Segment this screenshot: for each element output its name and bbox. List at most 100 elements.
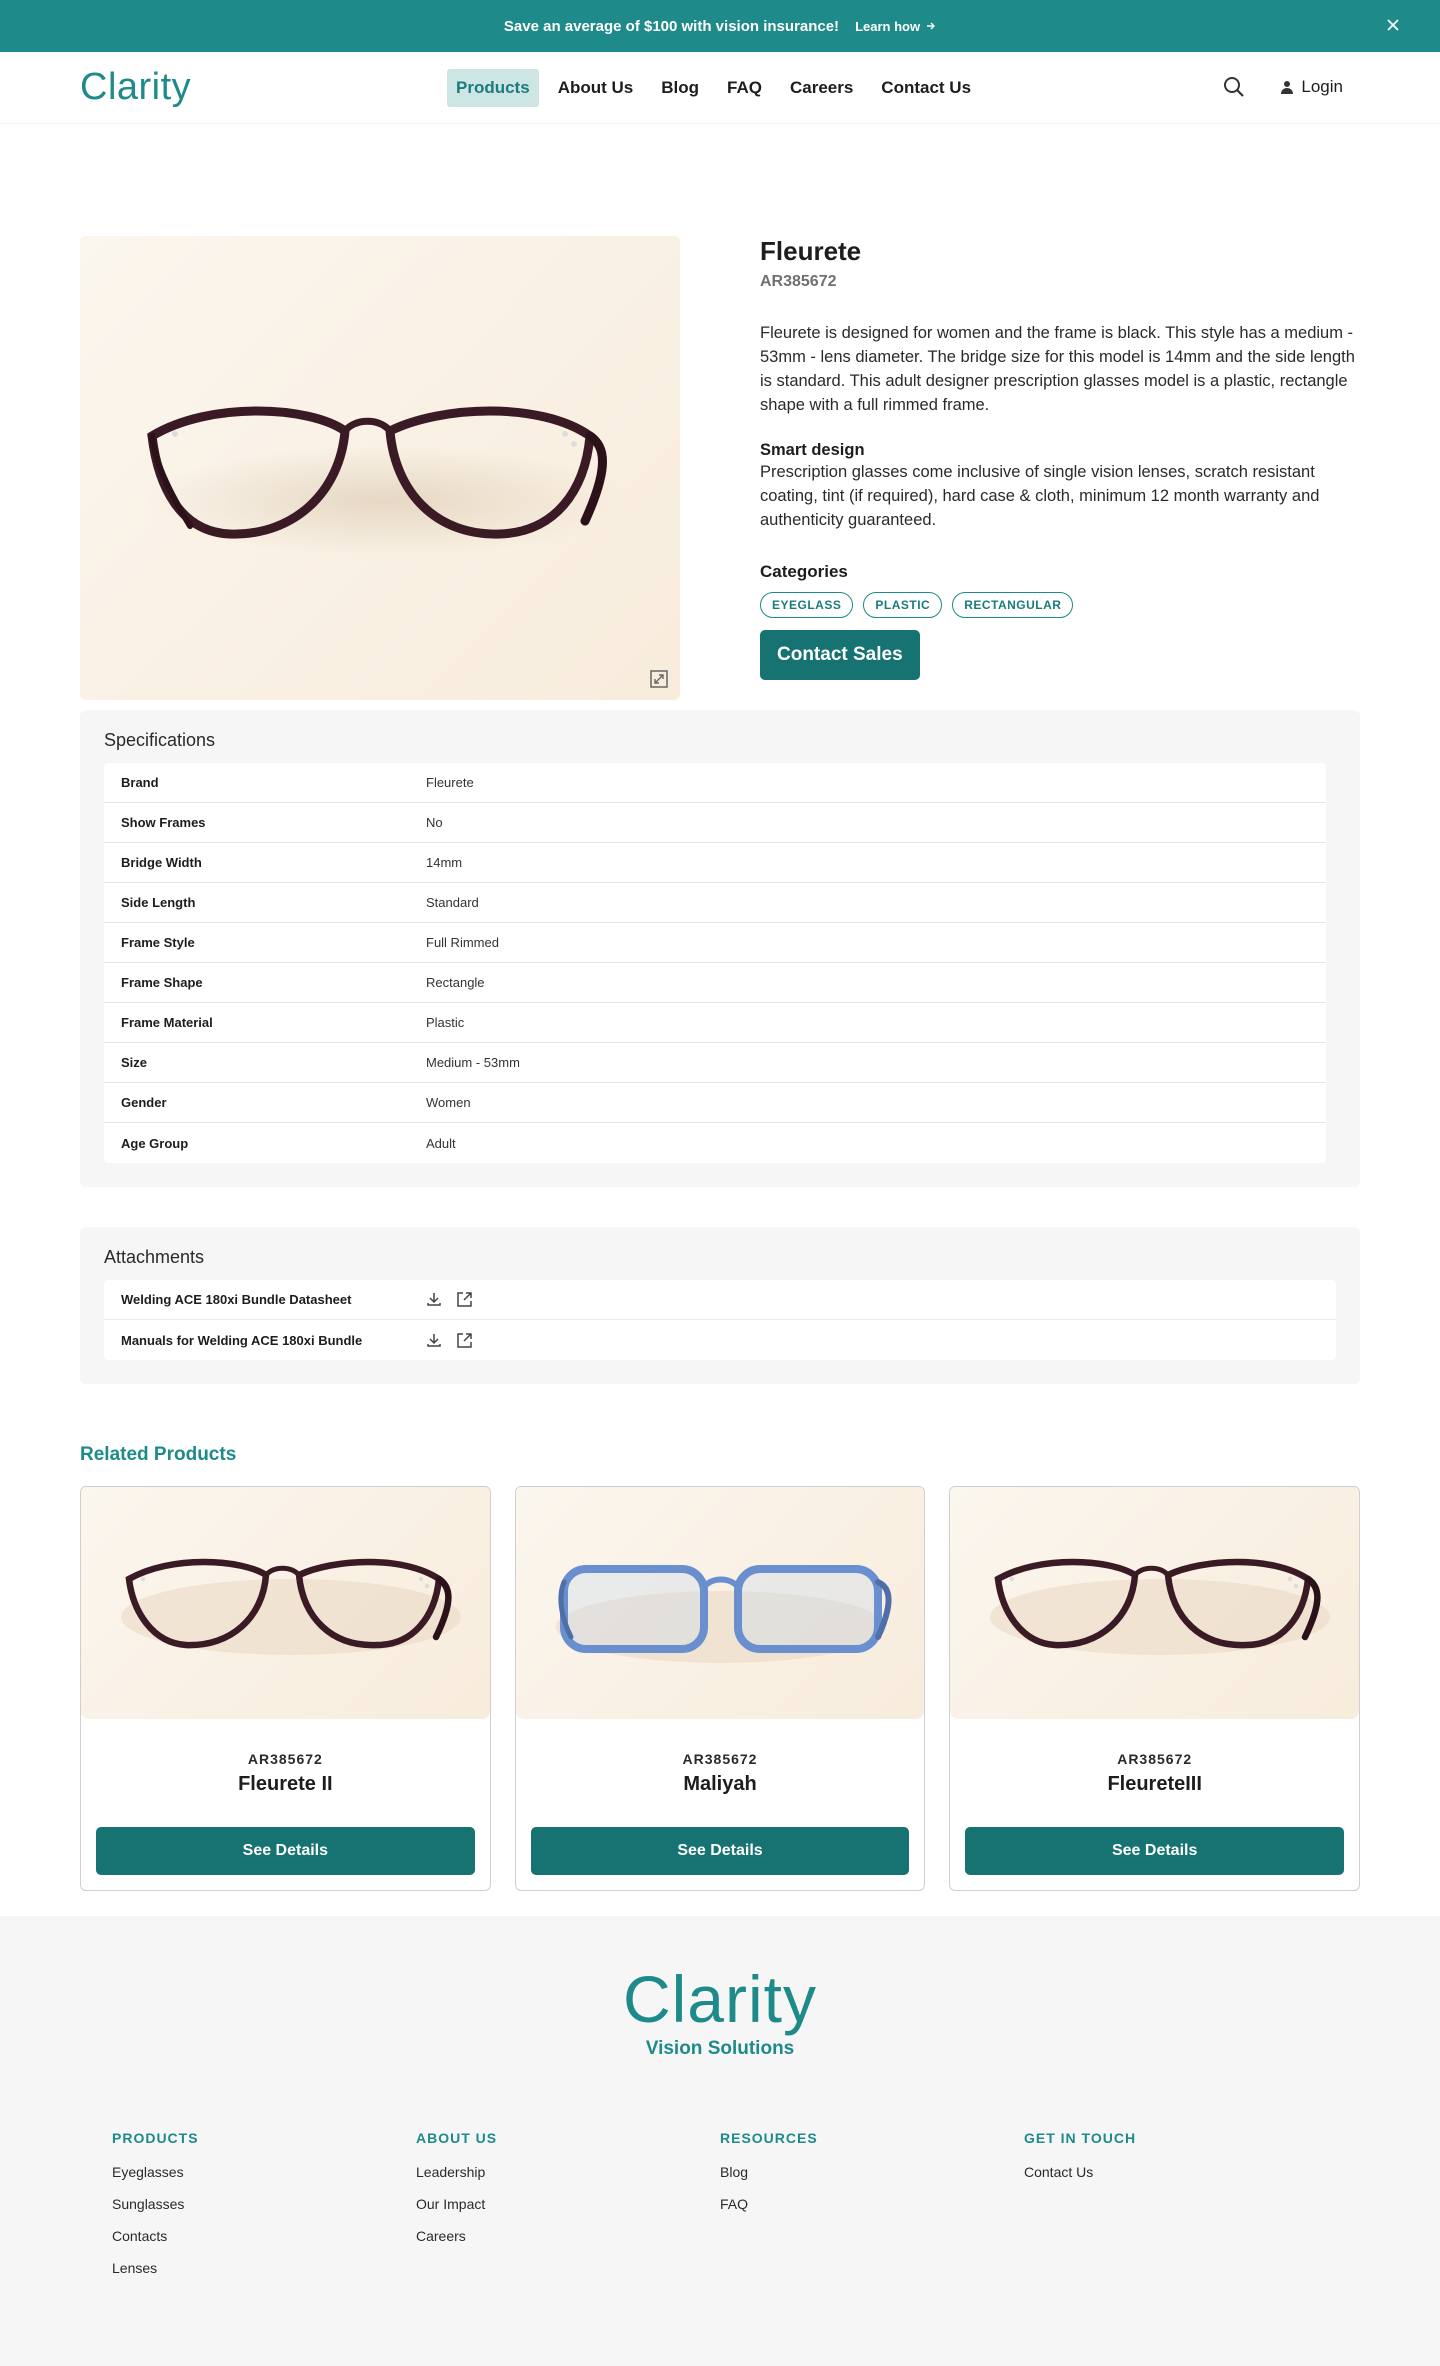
product-card-image — [950, 1487, 1360, 1719]
search-icon[interactable] — [1223, 76, 1245, 98]
attachment-actions — [426, 1291, 473, 1308]
footer-logo[interactable]: Clarity — [0, 1916, 1440, 2032]
eyeglasses-image — [121, 1558, 461, 1655]
list-item: Welding ACE 180xi Bundle Datasheet — [104, 1280, 1336, 1320]
specifications-table: Brand Fleurete Show Frames No Bridge Width… — [104, 763, 1326, 1163]
product-info: Fleurete AR385672 Fleurete is designed f… — [760, 236, 1360, 680]
product-title: Fleurete — [760, 236, 862, 266]
footer-heading: PRODUCTS — [112, 2130, 199, 2146]
nav-about-us[interactable]: About Us — [549, 69, 643, 107]
category-chip-plastic[interactable]: PLASTIC — [863, 592, 943, 618]
footer-link-contacts[interactable]: Contacts — [112, 2228, 416, 2244]
table-row: Gender Women — [104, 1083, 1326, 1123]
spec-key: Size — [121, 1055, 148, 1070]
eyeglasses-image — [990, 1558, 1331, 1655]
expand-icon[interactable] — [650, 670, 668, 688]
attachment-name: Welding ACE 180xi Bundle Datasheet — [121, 1292, 352, 1307]
download-icon[interactable] — [426, 1291, 442, 1308]
external-link-icon[interactable] — [456, 1332, 473, 1349]
main-nav: Products About Us Blog FAQ Careers Conta… — [447, 69, 980, 107]
category-chip-rectangular[interactable]: RECTANGULAR — [952, 592, 1074, 618]
spec-value: Fleurete — [426, 775, 474, 790]
footer-tagline: Vision Solutions — [645, 2038, 795, 2059]
see-details-button[interactable]: See Details — [530, 1827, 910, 1875]
product-card-sku: AR385672 — [682, 1751, 758, 1767]
product-card-name: FleureteIII — [1107, 1773, 1202, 1795]
product-sku: AR385672 — [760, 273, 837, 290]
promo-learn-link[interactable]: Learn how — [855, 19, 936, 34]
nav-careers[interactable]: Careers — [781, 69, 862, 107]
footer-col-resources: RESOURCES Blog FAQ — [720, 2130, 1024, 2292]
related-cards: AR385672 Fleurete II See Details AR38567… — [80, 1486, 1361, 1891]
product-card-image — [515, 1487, 925, 1719]
specifications-panel: Specifications Brand Fleurete Show Frames… — [80, 710, 1360, 1187]
spec-value: Rectangle — [426, 975, 485, 990]
nav-products[interactable]: Products — [447, 69, 539, 107]
smart-design-text: Prescription glasses come inclusive of s… — [760, 463, 1320, 529]
arrow-right-icon — [926, 21, 936, 31]
product-card-image — [81, 1487, 490, 1719]
table-row: Size Medium - 53mm — [104, 1043, 1326, 1083]
spec-key: Frame Material — [121, 1015, 213, 1030]
see-details-button[interactable]: See Details — [965, 1827, 1345, 1875]
attachment-actions — [426, 1332, 473, 1349]
footer-link-leadership[interactable]: Leadership — [416, 2164, 720, 2180]
spec-value: Plastic — [426, 1015, 465, 1030]
specifications-title: Specifications — [104, 730, 216, 750]
site-header: Clarity Products About Us Blog FAQ Caree… — [0, 52, 1440, 124]
footer-col-about: ABOUT US Leadership Our Impact Careers — [416, 2130, 720, 2292]
footer-link-sunglasses[interactable]: Sunglasses — [112, 2196, 416, 2212]
footer-link-careers[interactable]: Careers — [416, 2228, 720, 2244]
footer-link-blog[interactable]: Blog — [720, 2164, 1024, 2180]
product-card[interactable]: AR385672 Fleurete II See Details — [80, 1486, 491, 1891]
download-icon[interactable] — [426, 1332, 442, 1349]
spec-key: Bridge Width — [121, 855, 202, 870]
product-card[interactable]: AR385672 FleureteIII See Details — [949, 1486, 1361, 1891]
table-row: Frame Material Plastic — [104, 1003, 1326, 1043]
footer-col-contact: GET IN TOUCH Contact Us — [1024, 2130, 1328, 2292]
spec-value: Women — [426, 1095, 471, 1110]
related-products: Related Products AR385672 Fleurete II Se… — [80, 1384, 1361, 1891]
product-description: Fleurete is designed for women and the f… — [760, 324, 1355, 414]
spec-value: Medium - 53mm — [426, 1055, 520, 1070]
attachments-panel: Attachments Welding ACE 180xi Bundle Dat… — [80, 1227, 1360, 1384]
clarity-logo[interactable]: Clarity — [80, 66, 191, 109]
login-button[interactable]: Login — [1281, 77, 1343, 97]
promo-text: Save an average of $100 with vision insu… — [503, 17, 840, 35]
category-chips: EYEGLASS PLASTIC RECTANGULAR — [760, 592, 1360, 618]
category-chip-eyeglass[interactable]: EYEGLASS — [760, 592, 854, 618]
table-row: Age Group Adult — [104, 1123, 1326, 1163]
table-row: Frame Style Full Rimmed — [104, 923, 1326, 963]
nav-faq[interactable]: FAQ — [718, 69, 771, 107]
smart-design-title: Smart design — [760, 441, 865, 459]
table-row: Bridge Width 14mm — [104, 843, 1326, 883]
footer-link-our-impact[interactable]: Our Impact — [416, 2196, 720, 2212]
see-details-button[interactable]: See Details — [96, 1827, 475, 1875]
spec-key: Gender — [121, 1095, 167, 1110]
nav-blog[interactable]: Blog — [652, 69, 708, 107]
nav-contact-us[interactable]: Contact Us — [872, 69, 980, 107]
footer-link-faq[interactable]: FAQ — [720, 2196, 1024, 2212]
spec-value: Standard — [426, 895, 479, 910]
site-footer: Clarity Vision Solutions PRODUCTS Eyegla… — [0, 1916, 1440, 2366]
footer-col-products: PRODUCTS Eyeglasses Sunglasses Contacts … — [112, 2130, 416, 2292]
external-link-icon[interactable] — [456, 1291, 473, 1308]
footer-link-lenses[interactable]: Lenses — [112, 2260, 416, 2276]
table-row: Side Length Standard — [104, 883, 1326, 923]
spec-value: Full Rimmed — [426, 935, 499, 950]
contact-sales-button[interactable]: Contact Sales — [760, 630, 920, 680]
eyeglasses-image — [555, 1565, 892, 1663]
table-row: Frame Shape Rectangle — [104, 963, 1326, 1003]
close-icon[interactable] — [1386, 18, 1400, 32]
footer-link-eyeglasses[interactable]: Eyeglasses — [112, 2164, 416, 2180]
product-card[interactable]: AR385672 Maliyah See Details — [514, 1486, 926, 1891]
product-section: Fleurete AR385672 Fleurete is designed f… — [0, 124, 1440, 710]
footer-link-contact-us[interactable]: Contact Us — [1024, 2164, 1328, 2180]
table-row: Brand Fleurete — [104, 763, 1326, 803]
spec-key: Age Group — [121, 1135, 189, 1151]
spec-value: 14mm — [426, 855, 463, 870]
spec-value: No — [426, 815, 443, 830]
promo-learn-label: Learn how — [855, 18, 921, 34]
product-card-name: Maliyah — [683, 1773, 757, 1795]
spec-key: Frame Style — [121, 935, 195, 950]
